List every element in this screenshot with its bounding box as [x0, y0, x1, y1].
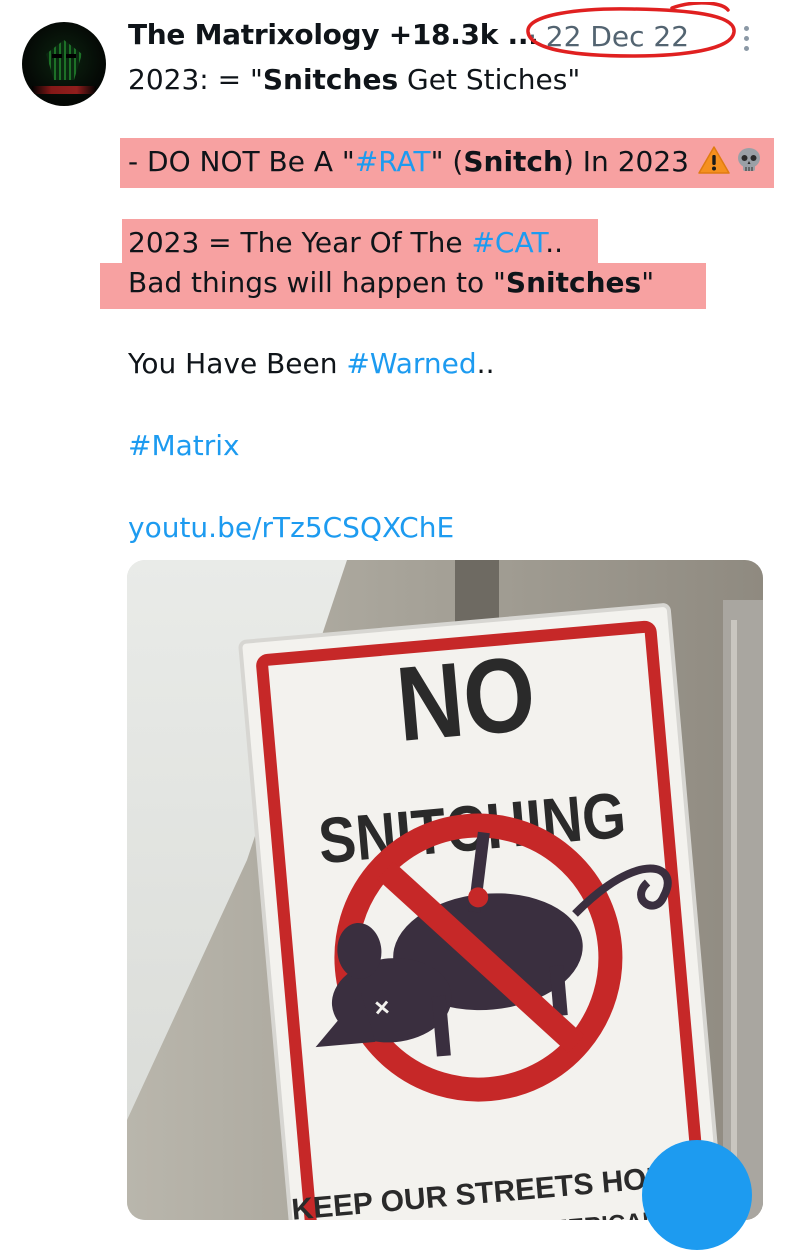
tweet-line-2: - DO NOT Be A "#RAT" (Snitch) In 2023 — [128, 144, 764, 180]
youtube-link[interactable]: youtu.be/rTz5CSQXChE — [128, 511, 454, 544]
hashtag-rat[interactable]: #RAT — [355, 145, 431, 178]
tweet-line-1: 2023: = "Snitches Get Stiches" — [128, 63, 581, 96]
tweet-hashtag-line: #Matrix — [128, 428, 240, 464]
hashtag-warned[interactable]: #Warned — [346, 347, 476, 380]
tweet-line-5: You Have Been #Warned.. — [128, 347, 495, 380]
author-avatar[interactable] — [22, 22, 106, 106]
skull-icon — [737, 148, 760, 171]
hashtag-cat[interactable]: #CAT — [471, 226, 545, 259]
svg-text:×: × — [373, 992, 391, 1023]
tweet-link-line: youtu.be/rTz5CSQXChE — [128, 510, 454, 546]
author-name[interactable]: The Matrixology +18.3k ... — [128, 18, 539, 51]
compose-fab-button[interactable] — [642, 1140, 752, 1250]
avatar-mask-graphic — [46, 40, 82, 80]
tweet-photo[interactable]: NO SNITCHING × KEEP OUR STREETS HONEST .… — [127, 560, 763, 1220]
no-snitching-sign-image: NO SNITCHING × KEEP OUR STREETS HONEST .… — [127, 560, 763, 1220]
red-circle-annotation — [526, 2, 736, 58]
hashtag-matrix[interactable]: #Matrix — [128, 429, 240, 462]
warning-icon — [698, 146, 730, 174]
more-options-icon[interactable] — [738, 26, 754, 56]
sign-text-no: NO — [392, 634, 540, 764]
tweet-line-4: Bad things will happen to "Snitches" — [128, 266, 655, 299]
tweet-line-3: 2023 = The Year Of The #CAT.. — [128, 226, 564, 259]
